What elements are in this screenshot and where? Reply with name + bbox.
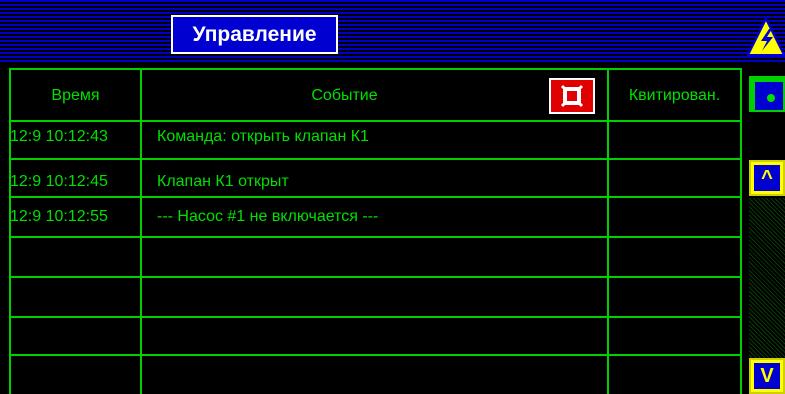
chevron-up-icon: ^ (754, 165, 780, 191)
col-divider (740, 68, 742, 394)
col-divider (607, 68, 609, 394)
row-divider (9, 158, 742, 160)
title-bar (0, 0, 785, 62)
acknowledge-button[interactable] (749, 76, 785, 112)
row-event: Клапан К1 открыт (157, 173, 289, 190)
column-header-event: Событие (311, 87, 378, 104)
row-divider (9, 196, 742, 198)
row-time: 12:9 10:12:45 (10, 173, 108, 190)
clear-events-icon (560, 84, 584, 108)
scrollbar-track[interactable] (749, 198, 785, 364)
scroll-down-button[interactable]: V (749, 358, 785, 394)
column-header-time: Время (51, 87, 100, 104)
row-divider (9, 316, 742, 318)
alarm-lightning-icon[interactable] (747, 17, 785, 57)
row-time: 12:9 10:12:43 (10, 128, 108, 145)
events-table (9, 68, 742, 394)
row-divider (9, 236, 742, 238)
scroll-up-button[interactable]: ^ (749, 160, 785, 196)
row-time: 12:9 10:12:55 (10, 208, 108, 225)
clear-events-button[interactable] (549, 78, 595, 114)
table-header-divider (9, 120, 742, 122)
acknowledge-button-face (755, 82, 783, 110)
column-header-ack: Квитирован. (628, 87, 721, 104)
row-divider (9, 276, 742, 278)
chevron-down-icon: V (754, 363, 780, 389)
row-divider (9, 354, 742, 356)
col-divider (140, 68, 142, 394)
page-title: Управление (171, 15, 338, 54)
row-event: Команда: открыть клапан К1 (157, 128, 369, 145)
acknowledge-dot-icon (767, 94, 775, 102)
row-event: --- Насос #1 не включается --- (157, 208, 379, 225)
